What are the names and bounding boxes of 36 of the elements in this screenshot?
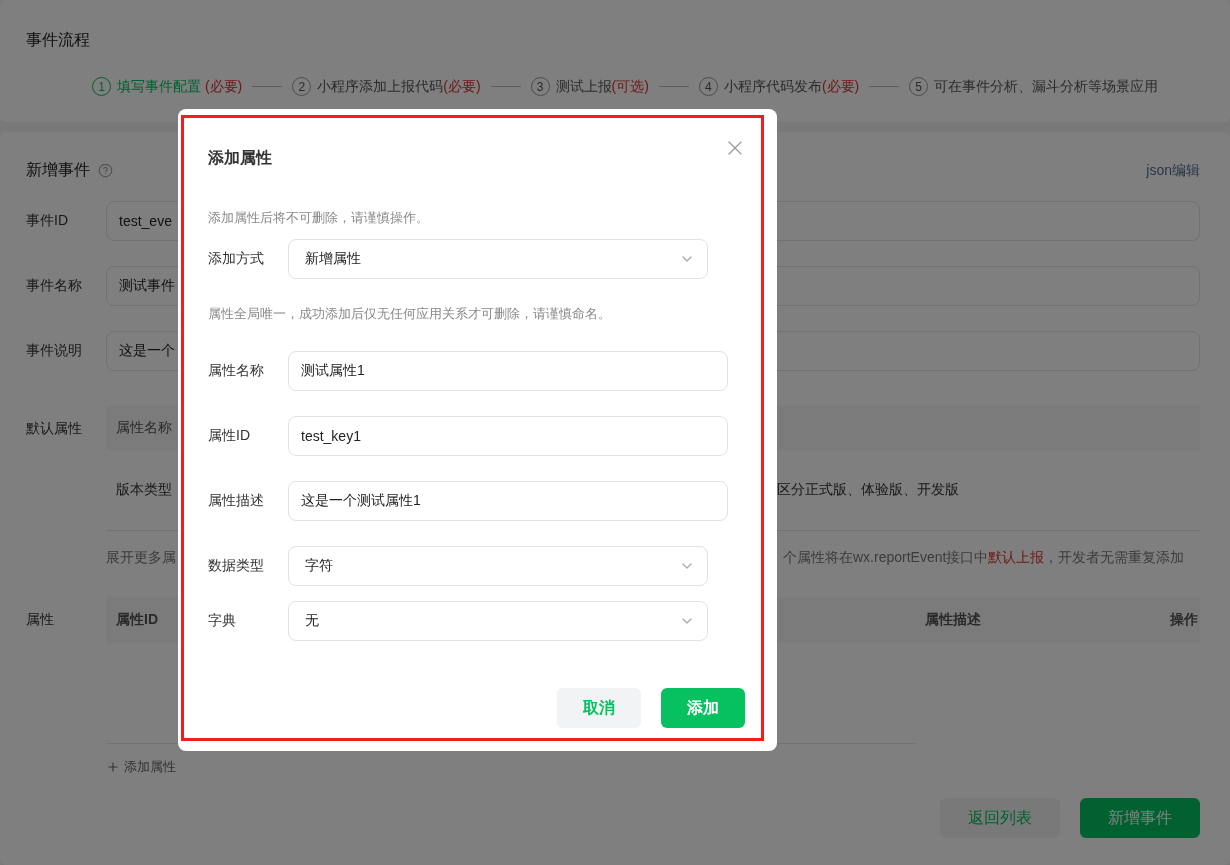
- step-item: 1 填写事件配置 (必要): [92, 77, 243, 96]
- step-item: 3 测试上报(可选): [530, 77, 649, 96]
- field-label: 事件ID: [26, 212, 69, 230]
- field-label: 属性描述: [208, 492, 265, 510]
- step-item: 2 小程序添加上报代码(必要): [292, 77, 481, 96]
- column-header: 属性名称: [115, 419, 173, 437]
- field-label: 默认属性: [26, 419, 83, 438]
- column-header: 属性描述: [925, 611, 981, 629]
- help-icon[interactable]: [98, 163, 113, 178]
- field-label: 属性: [26, 610, 55, 629]
- field-label: 事件名称: [26, 277, 83, 295]
- step-item: 4 小程序代码发布(必要): [698, 77, 860, 96]
- input-field[interactable]: 测试属性1: [288, 351, 728, 391]
- column-header: 属性ID: [115, 611, 159, 629]
- column-header: 操作: [1170, 611, 1198, 629]
- table-cell-text: 区分正式版、体验版、开发版: [777, 481, 960, 499]
- section-title: 事件流程: [26, 30, 91, 50]
- hint-text: 添加属性后将不可删除，请谨慎操作。: [208, 209, 430, 227]
- input-field[interactable]: 这是一个测试属性1: [288, 481, 728, 521]
- field-label: 字典: [208, 612, 237, 630]
- table-cell-text: 版本类型: [115, 481, 173, 499]
- hint-text: 属性全局唯一，成功添加后仅无任何应用关系才可删除，请谨慎命名。: [208, 305, 612, 323]
- step-item: 5 可在事件分析、漏斗分析等场景应用: [909, 77, 1159, 96]
- field-label: 数据类型: [208, 557, 265, 575]
- select-field[interactable]: 字符: [288, 546, 708, 586]
- select-field[interactable]: 无: [288, 601, 708, 641]
- select-field[interactable]: 新增属性: [288, 239, 708, 279]
- field-label: 添加方式: [208, 250, 265, 268]
- section-title: 新增事件: [26, 160, 90, 180]
- dialog-title: 添加属性: [208, 148, 273, 168]
- field-label: 属性ID: [208, 427, 251, 445]
- field-label: 事件说明: [26, 342, 83, 360]
- field-label: 属性名称: [208, 362, 265, 380]
- note-text: 展开更多属: [106, 549, 177, 567]
- plus-icon: [106, 760, 120, 774]
- input-field[interactable]: test_key1: [288, 416, 728, 456]
